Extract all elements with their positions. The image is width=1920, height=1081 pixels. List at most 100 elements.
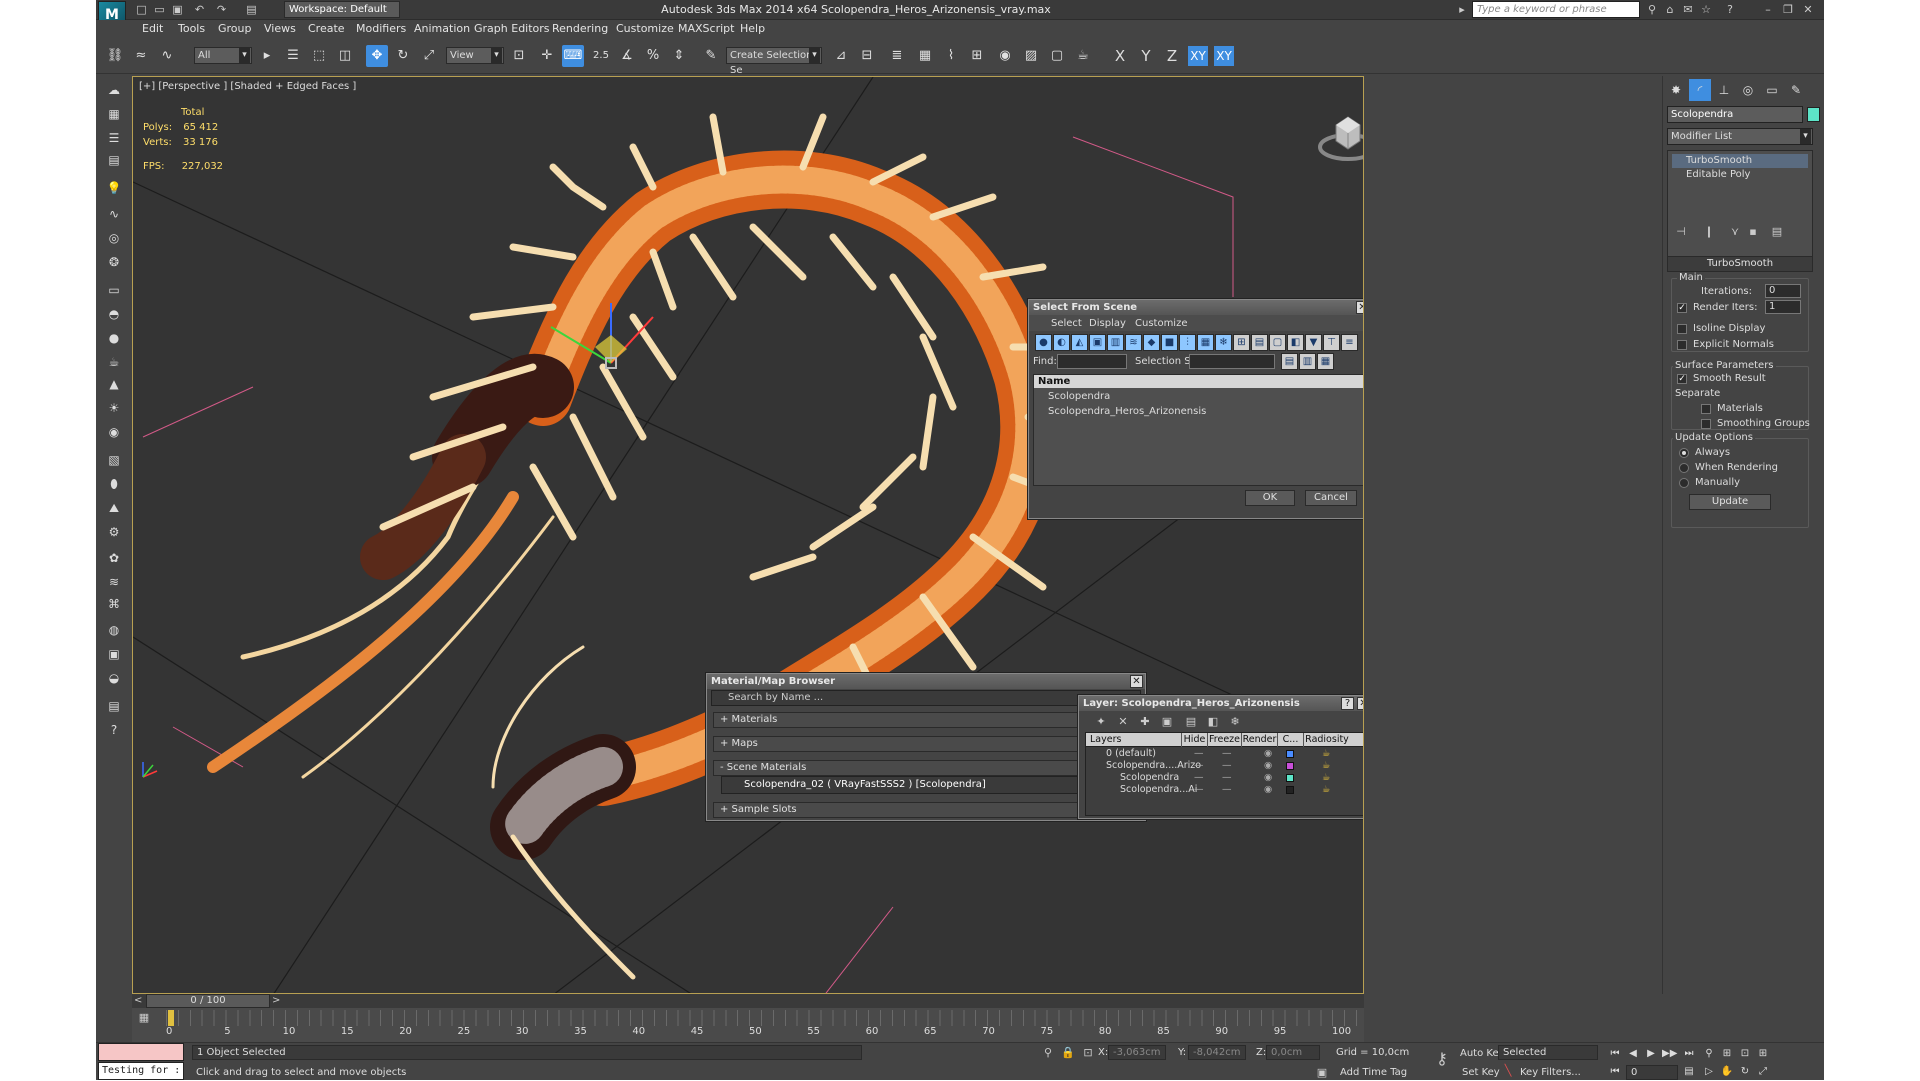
iterations-spinner[interactable]: 0 [1765,284,1801,298]
display-spacewarps-icon[interactable]: ≋ [1125,334,1142,351]
isoline-checkbox[interactable] [1677,324,1687,334]
render-toggle[interactable]: ◉ [1264,772,1272,784]
display-shapes-icon[interactable]: ◐ [1053,334,1070,351]
manually-radio[interactable] [1679,478,1689,488]
pivot-center-icon[interactable]: ⊡ [508,45,530,67]
radiosity-icon[interactable]: ☕ [1322,748,1331,760]
render-iters-checkbox[interactable]: ✓ [1677,303,1687,313]
menu-customize[interactable]: Customize [616,22,674,35]
window-crossing-icon[interactable]: ◫ [334,45,356,67]
prev-frame-icon[interactable]: < [134,995,144,1007]
configure-sets-icon[interactable]: ▤ [1769,224,1785,240]
close-icon[interactable]: ✕ [1800,2,1816,18]
menu-tools[interactable]: Tools [178,22,205,35]
restrict-xy-cycle-button[interactable]: XY [1214,46,1234,66]
orbit-icon[interactable]: ↻ [1738,1065,1752,1079]
sun-icon[interactable]: ☀ [104,398,124,418]
help-icon[interactable]: ? [1341,697,1354,710]
mountain-icon[interactable]: ⛰ [104,498,124,518]
display-lights-icon[interactable]: ◭ [1071,334,1088,351]
hide-toggle[interactable]: — [1194,760,1204,772]
menu-select[interactable]: Select [1051,318,1082,329]
render-toggle[interactable]: ◉ [1264,760,1272,772]
unlink-icon[interactable]: ≈ [130,45,152,67]
delete-layer-icon[interactable]: ✕ [1115,714,1131,730]
hierarchy-tab-icon[interactable]: ⊥ [1713,79,1735,101]
layer-manager-icon[interactable]: ≣ [886,45,908,67]
binoculars-icon[interactable]: ⚲ [1644,2,1660,18]
freeze-all-icon[interactable]: ❄ [1227,714,1243,730]
select-and-scale-icon[interactable]: ⤢ [418,45,440,67]
set-key-mode-icon[interactable]: ⚷ [1434,1051,1450,1067]
hierarchy-icon[interactable]: ⊤ [1323,334,1340,351]
edit-named-selection-icon[interactable]: ✎ [700,45,722,67]
materials-group[interactable]: + Materials [713,712,1139,728]
hatch-icon[interactable]: ▧ [104,450,124,470]
list-item[interactable]: Scolopendra_Heros_Arizonensis [1034,404,1363,419]
menu-rendering[interactable]: Rendering [552,22,608,35]
display-cameras-icon[interactable]: ▣ [1089,334,1106,351]
freeze-toggle[interactable]: — [1222,772,1232,784]
layer-row[interactable]: Scolopendra — — ◉ ☕ [1086,772,1363,784]
radiosity-icon[interactable]: ☕ [1322,760,1331,772]
show-end-result-icon[interactable]: ❙ [1701,224,1717,240]
link-icon[interactable]: ⛓ [104,45,126,67]
menu-help[interactable]: Help [740,22,765,35]
spline-icon[interactable]: ∿ [104,204,124,224]
material-icon[interactable]: ▣ [104,644,124,664]
select-none-icon[interactable]: ▢ [1269,334,1286,351]
find-input[interactable] [1057,354,1127,369]
select-in-layer-icon[interactable]: ▣ [1159,714,1175,730]
radiosity-icon[interactable]: ☕ [1322,772,1331,784]
particle-icon[interactable]: ❂ [104,252,124,272]
material-editor-icon[interactable]: ◉ [994,45,1016,67]
zoom-extents-icon[interactable]: ⊡ [1738,1047,1752,1061]
mini-curve-editor-icon[interactable]: ▦ [136,1010,152,1026]
add-time-tag[interactable]: Add Time Tag [1340,1067,1407,1078]
timeline[interactable]: ▦ 0 5 10 15 20 25 30 35 40 45 50 55 60 65 70 75 80 85 90 95… [132,1008,1364,1042]
go-to-end-icon[interactable]: ⏭ [1682,1047,1696,1061]
project-folder-icon[interactable]: ▤ [244,2,259,17]
create-layer-icon[interactable]: ✦ [1093,714,1109,730]
list-item[interactable]: Scolopendra [1034,389,1363,404]
gear-icon[interactable]: ⚙ [104,522,124,542]
minimize-icon[interactable]: – [1760,2,1776,18]
sphere-icon[interactable]: ● [104,328,124,348]
help-icon[interactable]: ? [1722,2,1738,18]
favorites-icon[interactable]: ☆ [1698,2,1714,18]
display-xrefs-icon[interactable]: ■ [1161,334,1178,351]
remove-from-set-icon[interactable]: ▦ [1317,353,1334,370]
reference-coordinate-dropdown[interactable]: View [446,47,504,64]
select-by-name-icon[interactable]: ☰ [282,45,304,67]
set-key-button[interactable]: Set Key [1462,1067,1500,1078]
workspace-dropdown[interactable]: Workspace: Default [284,1,400,18]
scene-canvas[interactable] [133,77,1364,994]
clipboard-icon[interactable]: ▤ [104,696,124,716]
render-toggle[interactable]: ◉ [1264,748,1272,760]
display-groups-icon[interactable]: ◆ [1143,334,1160,351]
new-file-icon[interactable]: □ [134,2,149,17]
torus-icon[interactable]: ◎ [104,228,124,248]
viewport-label[interactable]: [+] [Perspective ] [Shaded + Edged Faces… [139,81,356,92]
menu-display[interactable]: Display [1089,318,1126,329]
key-selection-dropdown[interactable]: Selected [1498,1045,1598,1060]
display-containers-icon[interactable]: ▦ [1197,334,1214,351]
close-icon[interactable]: ✕ [1356,301,1363,314]
restrict-z-button[interactable]: Z [1162,46,1182,66]
capsule-icon[interactable]: ⬮ [104,474,124,494]
add-to-layer-icon[interactable]: ✚ [1137,714,1153,730]
select-invert-icon[interactable]: ◧ [1287,334,1304,351]
freeze-toggle[interactable]: — [1222,784,1232,796]
teapot-icon[interactable]: ☕ [104,352,124,372]
restrict-x-button[interactable]: X [1110,46,1130,66]
restrict-y-button[interactable]: Y [1136,46,1156,66]
next-frame-icon[interactable]: > [272,995,282,1007]
material-search-input[interactable]: Search by Name ... [711,690,1141,706]
communication-icon[interactable]: ✉ [1680,2,1696,18]
y-coordinate-field[interactable]: -8,042cm [1188,1045,1246,1060]
menu-views[interactable]: Views [264,22,296,35]
pan-icon[interactable]: ✋ [1720,1065,1734,1079]
time-slider[interactable]: 0 / 100 [146,994,270,1008]
mirror-icon[interactable]: ⊿ [830,45,852,67]
stack-item-editable-poly[interactable]: Editable Poly [1672,168,1808,182]
